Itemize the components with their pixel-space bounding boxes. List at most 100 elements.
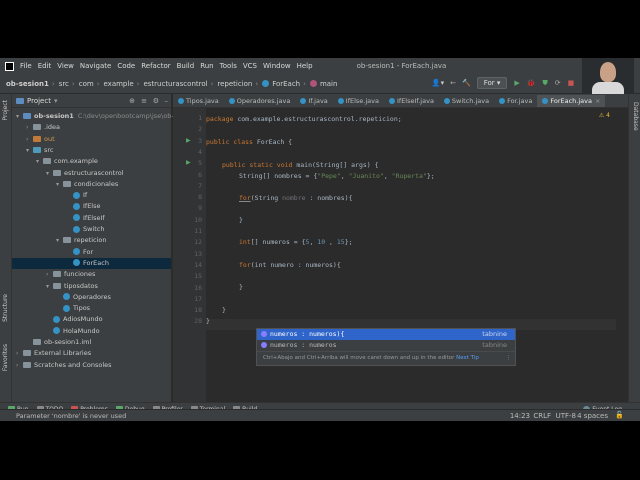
tree-item[interactable]: › out [12,134,171,145]
warnings-indicator[interactable]: ⚠ 4 [599,112,610,119]
locate-icon[interactable]: ⊕ [129,97,135,105]
menu-help[interactable]: Help [297,62,313,70]
editor-tab[interactable]: Operadores.java [224,94,296,107]
caret-position[interactable]: 14:23 [510,412,530,420]
run-icon[interactable]: ▶ [514,79,519,87]
menu-refactor[interactable]: Refactor [141,62,170,70]
tree-item[interactable]: › .idea [12,122,171,133]
tree-item[interactable]: › funciones [12,269,171,280]
chevron-down-icon[interactable]: ▾ [26,145,33,156]
chevron-down-icon[interactable]: ▾ [16,111,23,122]
tree-item[interactable]: › External Libraries [12,348,171,359]
file-encoding[interactable]: UTF-8 [556,412,576,420]
chevron-down-icon[interactable]: ▾ [56,235,63,246]
user-icon[interactable]: 👤▾ [432,79,444,87]
tree-item[interactable]: ▾ estructurascontrol [12,168,171,179]
menu-view[interactable]: View [57,62,74,70]
run-gutter-icon[interactable]: ▶ [186,159,191,166]
tree-item[interactable]: IfElse [12,201,171,212]
menu-window[interactable]: Window [263,62,291,70]
run-config-dropdown[interactable]: For ▾ [476,77,508,89]
tree-item[interactable]: ForEach [12,257,171,269]
build-hammer-icon[interactable]: 🔨 [462,79,471,87]
database-tool-button[interactable]: Database [632,102,639,131]
editor-tab-label: IfElseIf.java [397,97,434,105]
more-icon[interactable]: ⋮ [506,352,512,364]
collapse-icon[interactable]: ≡ [141,97,147,105]
structure-tool-button[interactable]: Structure [2,294,9,322]
breadcrumb-estructurascontrol[interactable]: estructurascontrol [143,80,207,88]
breadcrumb-repeticion[interactable]: repeticion [217,80,252,88]
menu-build[interactable]: Build [177,62,195,70]
coverage-icon[interactable]: ⛊ [543,79,548,88]
tree-item[interactable]: ▾ repeticion [12,235,171,246]
favorites-tool-button[interactable]: Favorites [2,344,9,371]
profile-icon[interactable]: ⟳ [555,79,561,87]
project-panel-title[interactable]: Project [27,97,51,105]
menu-vcs[interactable]: VCS [243,62,257,70]
breadcrumb-src[interactable]: src [59,80,69,88]
menu-run[interactable]: Run [200,62,213,70]
menu-navigate[interactable]: Navigate [80,62,111,70]
chevron-right-icon[interactable]: › [16,348,23,359]
code-line: public class ForEach { [206,138,293,146]
breadcrumb-main[interactable]: main [320,80,338,88]
java-class-icon [300,98,307,104]
tree-item[interactable]: ▾ ob-sesion1 C:\dev\openbootcamp\jse\ob-se [12,111,181,122]
editor-tab[interactable]: Tipos.java [173,94,224,107]
tree-item[interactable]: Operadores [12,292,171,303]
chevron-right-icon[interactable]: › [26,122,33,133]
lock-icon[interactable]: 🔓 [615,411,624,419]
editor-tab[interactable]: For.java [494,94,537,107]
chevron-down-icon[interactable]: ▾ [46,281,53,292]
tree-item[interactable]: ▾ tiposdatos [12,281,171,292]
menu-tools[interactable]: Tools [220,62,237,70]
tree-item[interactable]: AdiosMundo [12,314,171,325]
chevron-down-icon[interactable]: ▾ [46,168,53,179]
run-gutter-icon[interactable]: ▶ [186,137,191,144]
chevron-down-icon[interactable]: ▾ [56,179,63,190]
tree-item[interactable]: Switch [12,224,171,235]
line-separator[interactable]: CRLF [533,412,551,420]
tree-item[interactable]: ▾ com.example [12,156,171,167]
menu-edit[interactable]: Edit [38,62,52,70]
chevron-right-icon[interactable]: › [46,269,53,280]
completion-item[interactable]: numeros : numeros tabnine [257,340,515,351]
back-icon[interactable]: ← [450,79,456,87]
tree-item[interactable]: HolaMundo [12,326,171,337]
menu-code[interactable]: Code [117,62,135,70]
tree-item[interactable]: ▾ condicionales [12,179,171,190]
next-tip-link[interactable]: Next Tip [456,355,479,361]
tree-item[interactable]: ▾ src [12,145,171,156]
debug-icon[interactable]: 🐞 [527,79,536,87]
class-icon [262,80,270,87]
breadcrumb-foreach[interactable]: ForEach [272,80,300,88]
tree-item[interactable]: IfElseIf [12,213,171,224]
breadcrumb-project[interactable]: ob-sesion1 [6,80,49,88]
tree-item[interactable]: If [12,190,171,201]
tree-item[interactable]: For [12,247,171,258]
navigation-bar: ob-sesion1 › src › com › example › estructur… [0,74,640,94]
gear-icon[interactable]: ⚙ [153,97,159,105]
tree-item[interactable]: ob-sesion1.iml [12,337,171,348]
editor-tab[interactable]: Switch.java [439,94,494,107]
editor-tab[interactable]: If.java [295,94,332,107]
editor-tab[interactable]: ForEach.java × [537,95,606,107]
hide-icon[interactable]: – [165,97,169,105]
editor-tab[interactable]: IfElseIf.java [384,94,439,107]
chevron-down-icon[interactable]: ▾ [36,156,43,167]
tree-item[interactable]: Tipos [12,303,171,314]
close-icon[interactable]: × [595,97,600,105]
breadcrumb-example[interactable]: example [104,80,134,88]
breadcrumb-com[interactable]: com [79,80,94,88]
completion-item[interactable]: numeros : numeros){tabnine [257,329,515,340]
menu-file[interactable]: File [20,62,32,70]
chevron-right-icon[interactable]: › [26,134,33,145]
project-tool-button[interactable]: Project [2,100,9,121]
editor-tab[interactable]: IfElse.java [333,94,384,107]
chevron-right-icon[interactable]: › [16,360,23,371]
java-class-icon [73,191,80,199]
stop-icon[interactable]: ■ [568,79,575,87]
indent-setting[interactable]: 4 spaces [577,412,608,420]
tree-item[interactable]: › Scratches and Consoles [12,360,171,371]
